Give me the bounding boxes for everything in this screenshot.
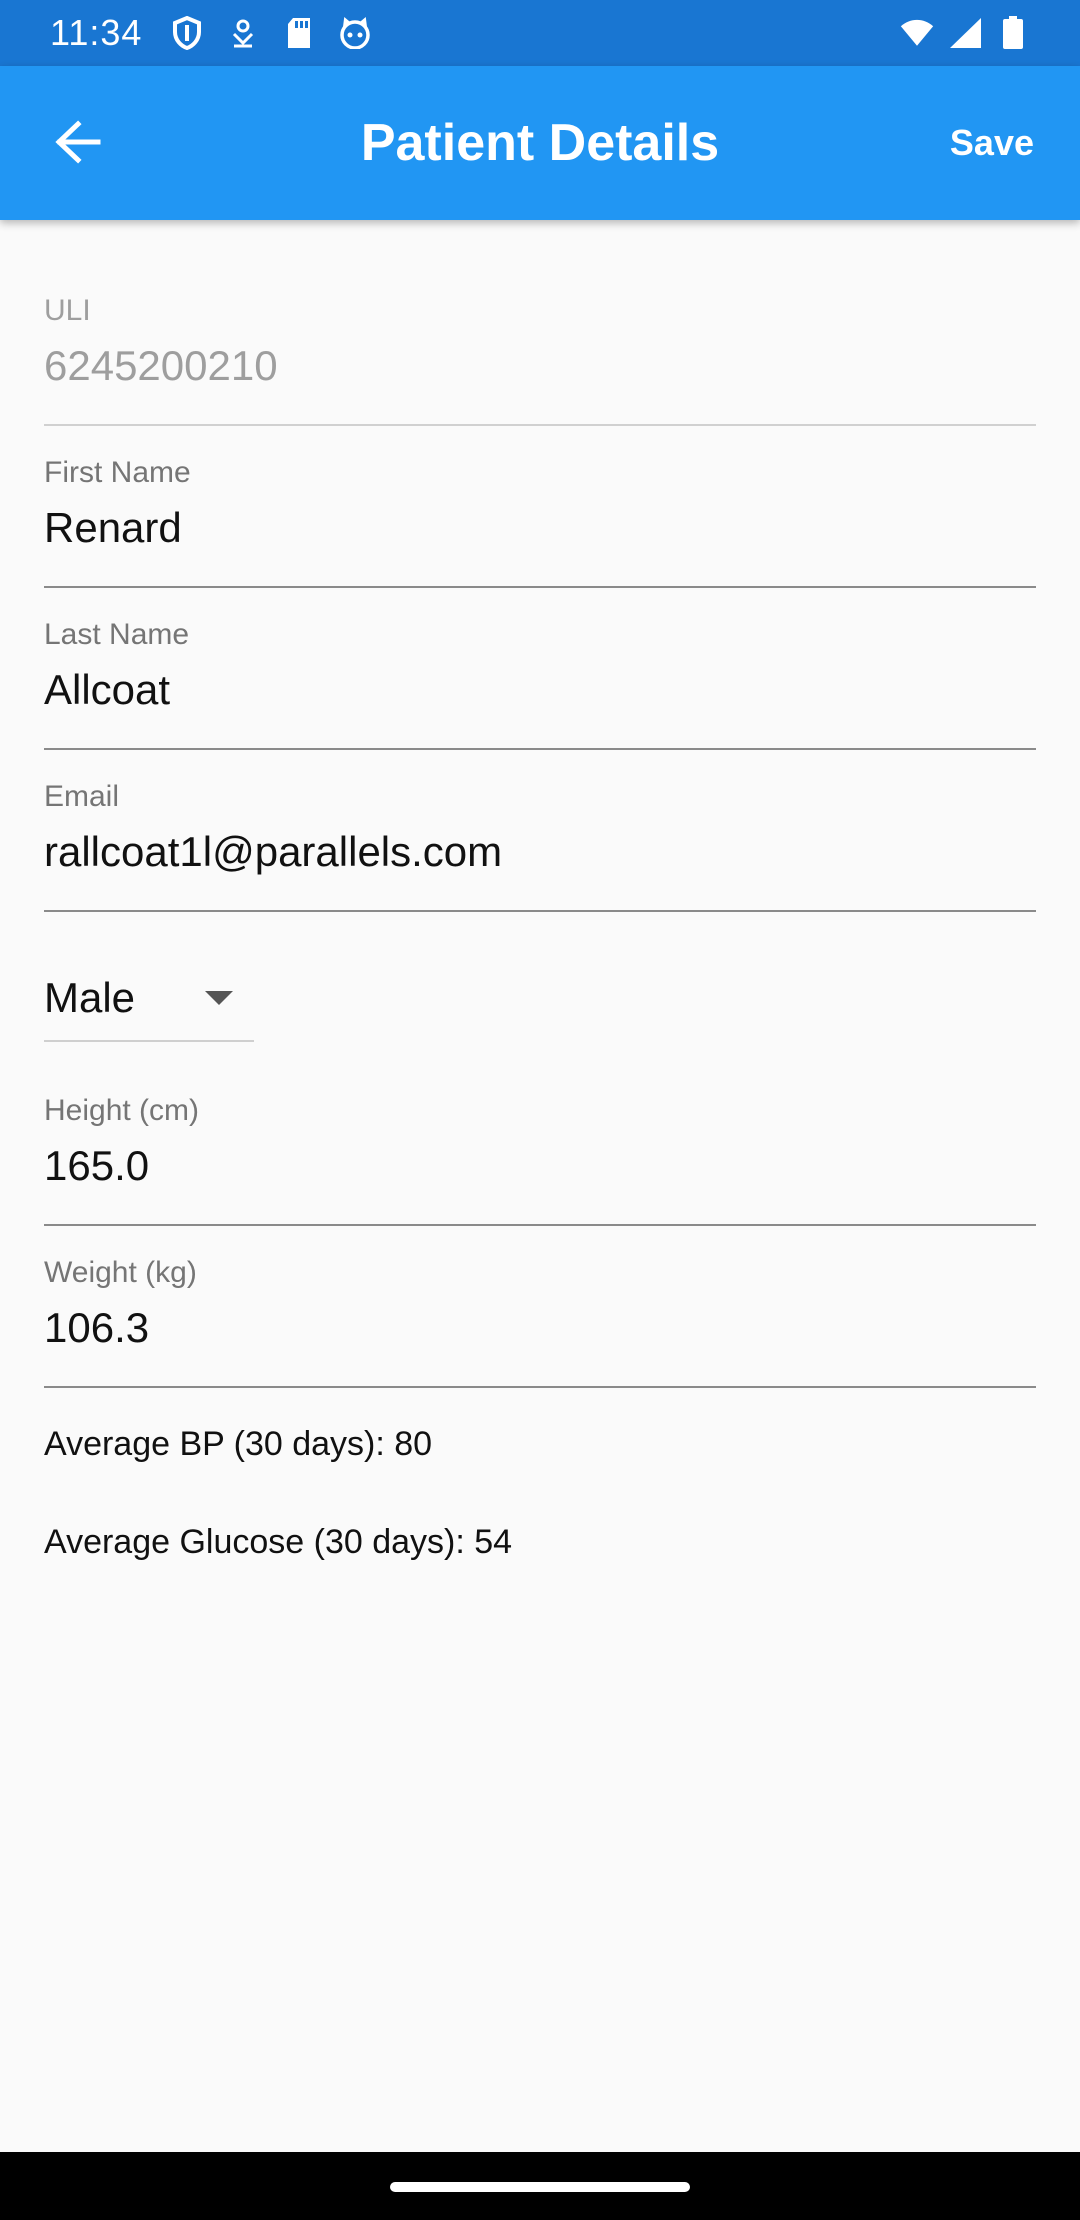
- height-label: Height (cm): [44, 1094, 200, 1127]
- first-name-field[interactable]: First Name Renard: [44, 382, 1036, 588]
- dropdown-arrow-icon: [204, 990, 234, 1011]
- gender-underline: [44, 1040, 254, 1042]
- page-title: Patient Details: [360, 114, 720, 172]
- last-name-label: Last Name: [44, 618, 190, 651]
- email-input[interactable]: rallcoat1l@parallels.com: [44, 828, 502, 876]
- shield-icon: [170, 16, 204, 50]
- email-label: Email: [44, 780, 120, 813]
- wifi-icon: [900, 16, 934, 50]
- weight-input[interactable]: 106.3: [44, 1304, 149, 1352]
- email-underline: [44, 910, 1036, 912]
- first-name-label: First Name: [44, 456, 191, 489]
- save-button[interactable]: Save: [950, 112, 1034, 174]
- download-icon: [226, 16, 260, 50]
- height-underline: [44, 1224, 1036, 1226]
- system-nav-bar: [0, 2152, 1080, 2220]
- avg-bp-text: Average BP (30 days): 80: [44, 1425, 433, 1463]
- status-time: 11:34: [50, 12, 143, 53]
- arrow-left-icon: [54, 119, 102, 169]
- weight-underline: [44, 1386, 1036, 1388]
- status-bar: 11:34: [0, 0, 1080, 66]
- height-input[interactable]: 165.0: [44, 1142, 149, 1190]
- battery-icon: [996, 16, 1030, 50]
- weight-label: Weight (kg): [44, 1256, 197, 1289]
- gender-value: Male: [44, 974, 136, 1021]
- height-field[interactable]: Height (cm) 165.0: [44, 1074, 1036, 1236]
- email-field[interactable]: Email rallcoat1l@parallels.com: [44, 706, 1036, 912]
- sd-card-icon: [282, 16, 316, 50]
- uli-field: ULI 6245200210: [44, 220, 1036, 426]
- back-button[interactable]: [40, 106, 116, 182]
- avg-glucose-text: Average Glucose (30 days): 54: [44, 1523, 513, 1561]
- status-icons-right: [900, 16, 1030, 50]
- weight-field[interactable]: Weight (kg) 106.3: [44, 1236, 1036, 1398]
- status-icons-left: [170, 16, 372, 50]
- home-gesture-handle[interactable]: [390, 2182, 690, 2192]
- app-bar: Patient Details Save: [0, 66, 1080, 220]
- last-name-field[interactable]: Last Name Allcoat: [44, 544, 1036, 750]
- cat-face-icon: [338, 16, 372, 50]
- cell-signal-icon: [948, 16, 982, 50]
- uli-label: ULI: [44, 294, 91, 327]
- gender-dropdown[interactable]: Male: [44, 960, 254, 1044]
